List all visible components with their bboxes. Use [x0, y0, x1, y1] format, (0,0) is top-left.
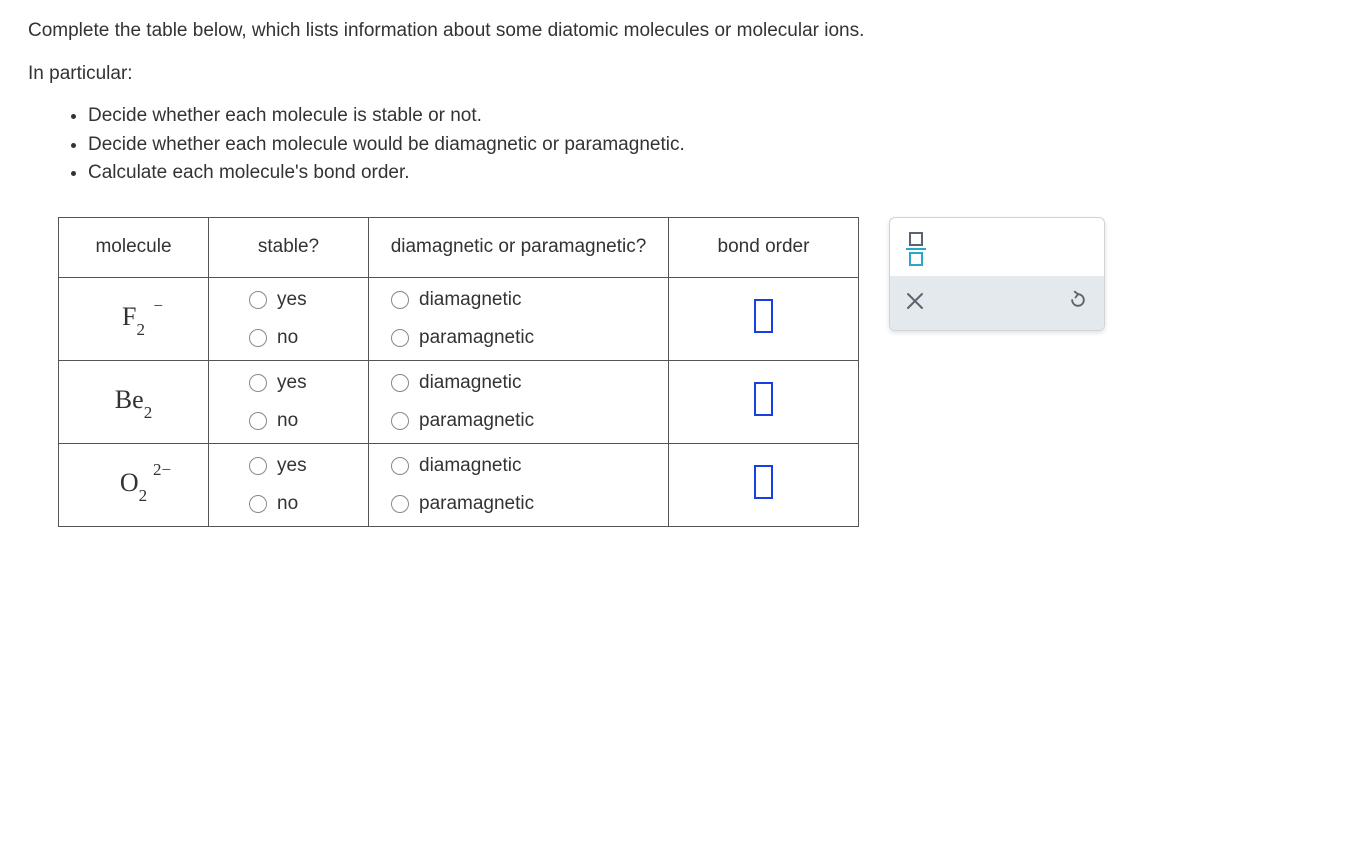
- paramagnetic-radio[interactable]: paramagnetic: [391, 493, 534, 515]
- stable-no-radio[interactable]: no: [249, 327, 298, 349]
- paramagnetic-radio[interactable]: paramagnetic: [391, 327, 534, 349]
- radio-icon: [249, 374, 267, 392]
- radio-icon: [391, 291, 409, 309]
- instruction-line-1: Complete the table below, which lists in…: [28, 18, 1322, 45]
- molecule-formula: Be2: [109, 385, 158, 419]
- radio-icon: [391, 495, 409, 513]
- radio-icon: [391, 329, 409, 347]
- instruction-bullets: Decide whether each molecule is stable o…: [88, 103, 1322, 187]
- diamagnetic-radio[interactable]: diamagnetic: [391, 455, 521, 477]
- fraction-bottom-icon: [909, 252, 923, 266]
- table-row: F2− yes no diamagnetic paramagnetic: [59, 277, 859, 360]
- clear-button[interactable]: [906, 290, 924, 316]
- diamagnetic-radio[interactable]: diamagnetic: [391, 289, 521, 311]
- radio-icon: [249, 495, 267, 513]
- table-row: Be2 yes no diamagnetic paramagnetic: [59, 360, 859, 443]
- molecule-formula: F2−: [116, 302, 151, 336]
- bullet-item: Calculate each molecule's bond order.: [88, 160, 1322, 187]
- bond-order-input[interactable]: [754, 299, 773, 333]
- reset-button[interactable]: [1068, 290, 1088, 316]
- header-molecule: molecule: [59, 217, 209, 277]
- bond-order-input[interactable]: [754, 382, 773, 416]
- radio-icon: [249, 329, 267, 347]
- stable-yes-radio[interactable]: yes: [249, 372, 307, 394]
- bullet-item: Decide whether each molecule would be di…: [88, 132, 1322, 159]
- instruction-line-2: In particular:: [28, 61, 1322, 88]
- molecule-formula: O22−: [114, 468, 153, 502]
- stable-no-radio[interactable]: no: [249, 410, 298, 432]
- radio-icon: [249, 291, 267, 309]
- undo-icon: [1068, 290, 1088, 310]
- header-magnetic: diamagnetic or paramagnetic?: [369, 217, 669, 277]
- table-row: O22− yes no diamagnetic paramagnetic: [59, 443, 859, 526]
- diamagnetic-radio[interactable]: diamagnetic: [391, 372, 521, 394]
- radio-icon: [391, 412, 409, 430]
- answer-toolbox: [889, 217, 1105, 332]
- close-icon: [906, 292, 924, 310]
- stable-yes-radio[interactable]: yes: [249, 455, 307, 477]
- bullet-item: Decide whether each molecule is stable o…: [88, 103, 1322, 130]
- bond-order-input[interactable]: [754, 465, 773, 499]
- fraction-tool-button[interactable]: [906, 232, 926, 267]
- fraction-bar-icon: [906, 248, 926, 251]
- header-stable: stable?: [209, 217, 369, 277]
- stable-no-radio[interactable]: no: [249, 493, 298, 515]
- radio-icon: [391, 374, 409, 392]
- header-bond-order: bond order: [669, 217, 859, 277]
- radio-icon: [249, 412, 267, 430]
- radio-icon: [391, 457, 409, 475]
- stable-yes-radio[interactable]: yes: [249, 289, 307, 311]
- radio-icon: [249, 457, 267, 475]
- paramagnetic-radio[interactable]: paramagnetic: [391, 410, 534, 432]
- molecule-table: molecule stable? diamagnetic or paramagn…: [58, 217, 859, 527]
- fraction-top-icon: [909, 232, 923, 246]
